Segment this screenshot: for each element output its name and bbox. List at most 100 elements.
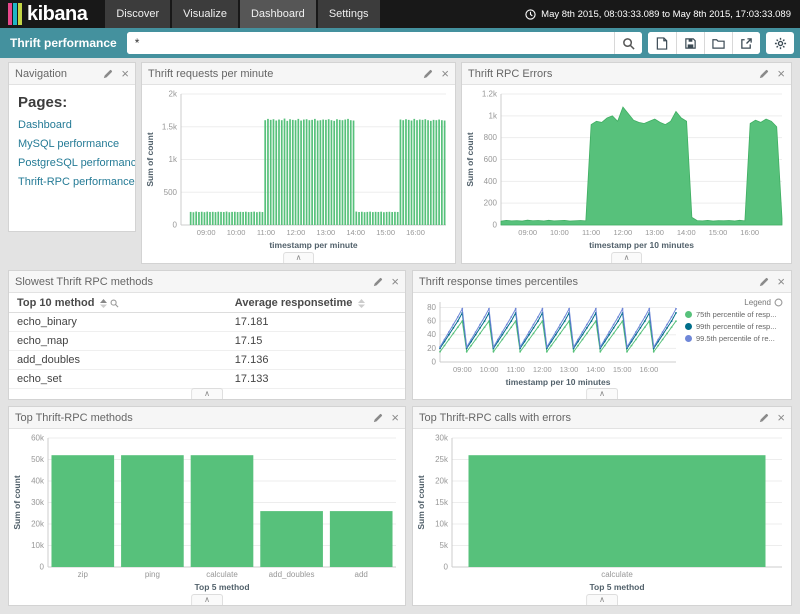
edit-pencil-icon[interactable] (759, 277, 769, 287)
svg-text:50k: 50k (31, 455, 45, 464)
svg-text:0: 0 (432, 358, 437, 367)
kibana-logo-icon (8, 3, 22, 25)
svg-text:09:00: 09:00 (453, 365, 472, 374)
svg-text:12:00: 12:00 (533, 365, 552, 374)
svg-text:1.2k: 1.2k (482, 90, 498, 99)
panel-title: Top Thrift-RPC calls with errors (419, 412, 759, 424)
panel-navigation-header: Navigation × (9, 63, 135, 85)
panel-title: Thrift requests per minute (148, 68, 423, 80)
kibana-logo[interactable]: kibana (0, 0, 95, 28)
legend-item-75th[interactable]: 75th percentile of resp... (685, 310, 783, 319)
pages-heading: Pages: (18, 94, 126, 111)
new-dashboard-icon (656, 37, 668, 50)
close-icon[interactable]: × (391, 275, 399, 288)
svg-text:20: 20 (427, 344, 436, 353)
panel-top-error-calls: Top Thrift-RPC calls with errors × 05k10… (412, 406, 792, 606)
search-input[interactable] (127, 32, 614, 54)
svg-text:Sum of count: Sum of count (12, 475, 22, 529)
nav-link-thrift-rpc[interactable]: Thrift-RPC performance (18, 176, 126, 188)
cell-responsetime: 17.133 (227, 370, 405, 389)
query-input-group (127, 32, 642, 54)
nav-link-dashboard[interactable]: Dashboard (18, 119, 126, 131)
legend-item-99th[interactable]: 99th percentile of resp... (685, 322, 783, 331)
svg-text:09:00: 09:00 (197, 228, 216, 237)
svg-text:zip: zip (78, 570, 89, 579)
options-button[interactable] (766, 32, 794, 54)
panel-title: Thrift response times percentiles (419, 276, 759, 288)
svg-text:60k: 60k (31, 434, 45, 443)
svg-text:timestamp per 10 minutes: timestamp per 10 minutes (589, 240, 694, 250)
svg-text:0: 0 (444, 563, 449, 572)
collapse-chevron-icon[interactable]: ∧ (283, 252, 315, 263)
cell-responsetime: 17.136 (227, 351, 405, 370)
close-icon[interactable]: × (777, 411, 785, 424)
cell-method: add_doubles (9, 351, 227, 370)
nav-link-postgresql[interactable]: PostgreSQL performance (18, 157, 126, 169)
close-icon[interactable]: × (391, 411, 399, 424)
options-gear-icon (774, 37, 787, 50)
tab-settings[interactable]: Settings (318, 0, 380, 28)
panel-response-percentiles-header: Thrift response times percentiles × (413, 271, 791, 293)
load-dashboard-button[interactable] (704, 32, 732, 54)
panel-title: Top Thrift-RPC methods (15, 412, 373, 424)
time-range-picker[interactable]: May 8th 2015, 08:03:33.089 to May 8th 20… (525, 0, 800, 28)
svg-text:25k: 25k (435, 455, 449, 464)
svg-text:10k: 10k (435, 520, 449, 529)
legend-title: Legend (744, 298, 771, 307)
slowest-methods-table-wrap: Top 10 method Average responsetime (9, 294, 405, 399)
svg-text:13:00: 13:00 (316, 228, 335, 237)
close-icon[interactable]: × (777, 67, 785, 80)
legend-swatch (685, 311, 692, 318)
edit-pencil-icon[interactable] (759, 413, 769, 423)
collapse-chevron-icon[interactable]: ∧ (611, 252, 643, 263)
svg-text:add_doubles: add_doubles (269, 570, 315, 579)
close-icon[interactable]: × (441, 67, 449, 80)
svg-text:add: add (355, 570, 368, 579)
panel-navigation: Navigation × Pages: Dashboard MySQL perf… (8, 62, 136, 232)
svg-text:timestamp per 10 minutes: timestamp per 10 minutes (506, 377, 611, 387)
legend-label: 99.5th percentile of re... (696, 334, 775, 343)
svg-text:40k: 40k (31, 477, 45, 486)
panel-thrift-rpc-errors: Thrift RPC Errors × 02004006008001k1.2k0… (461, 62, 792, 264)
column-header-responsetime[interactable]: Average responsetime (227, 294, 405, 313)
close-icon[interactable]: × (121, 67, 129, 80)
cell-method: echo_map (9, 332, 227, 351)
collapse-chevron-icon[interactable]: ∧ (586, 594, 618, 605)
legend-toggle[interactable]: Legend (685, 298, 783, 307)
collapse-chevron-icon[interactable]: ∧ (191, 594, 223, 605)
svg-text:11:00: 11:00 (507, 365, 525, 374)
column-header-method[interactable]: Top 10 method (9, 294, 227, 313)
edit-pencil-icon[interactable] (423, 69, 433, 79)
tab-discover[interactable]: Discover (105, 0, 170, 28)
legend-item-99-5th[interactable]: 99.5th percentile of re... (685, 334, 783, 343)
search-icon (622, 37, 635, 50)
filter-magnifier-icon[interactable] (110, 299, 119, 308)
edit-pencil-icon[interactable] (373, 277, 383, 287)
chart-top-thrift-rpc-error-calls: 05k10k15k20k25k30kcalculateTop 5 methodS… (415, 432, 789, 594)
svg-text:15:00: 15:00 (376, 228, 395, 237)
svg-text:ping: ping (145, 570, 160, 579)
collapse-chevron-icon[interactable]: ∧ (191, 388, 223, 399)
chart-thrift-requests-per-minute: 05001k1.5k2k09:0010:0011:0012:0013:0014:… (144, 88, 453, 252)
sort-carets-icon (100, 299, 107, 308)
edit-pencil-icon[interactable] (103, 69, 113, 79)
search-button[interactable] (614, 32, 642, 54)
save-dashboard-button[interactable] (676, 32, 704, 54)
tab-visualize[interactable]: Visualize (172, 0, 238, 28)
time-range-label: May 8th 2015, 08:03:33.089 to May 8th 20… (541, 9, 791, 20)
share-dashboard-button[interactable] (732, 32, 760, 54)
chart-thrift-rpc-errors: 02004006008001k1.2k09:0010:0011:0012:001… (464, 88, 789, 252)
edit-pencil-icon[interactable] (759, 69, 769, 79)
close-icon[interactable]: × (777, 275, 785, 288)
cell-method: echo_set (9, 370, 227, 389)
svg-text:14:00: 14:00 (586, 365, 605, 374)
collapse-chevron-icon[interactable]: ∧ (586, 388, 618, 399)
svg-text:20k: 20k (435, 477, 449, 486)
nav-link-mysql[interactable]: MySQL performance (18, 138, 126, 150)
svg-text:10:00: 10:00 (550, 228, 569, 237)
new-dashboard-button[interactable] (648, 32, 676, 54)
table-row: add_doubles17.136 (9, 351, 405, 370)
cell-responsetime: 17.181 (227, 313, 405, 332)
tab-dashboard[interactable]: Dashboard (240, 0, 316, 28)
edit-pencil-icon[interactable] (373, 413, 383, 423)
